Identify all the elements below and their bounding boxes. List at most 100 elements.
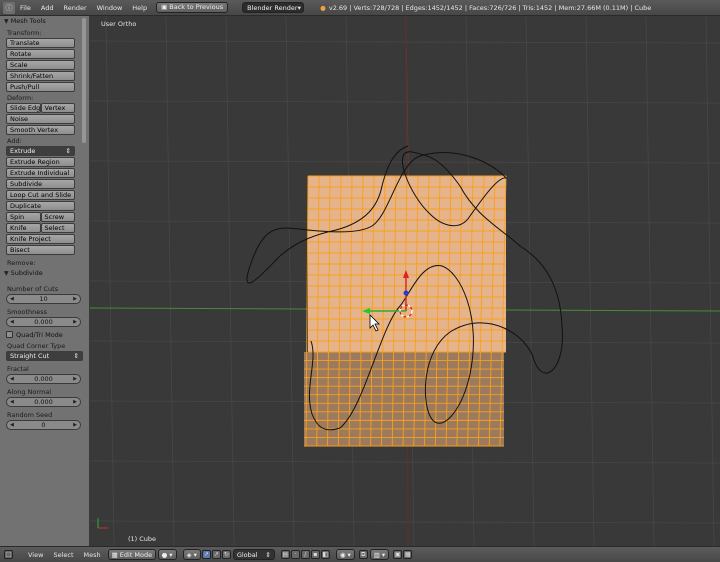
render-engine-select[interactable]: Blender Render ▾	[242, 2, 305, 13]
rotate-manipulator-icon[interactable]: ↻	[221, 550, 231, 559]
tool-shelf: ▼ Mesh Tools Transform: Translate Rotate…	[0, 16, 90, 546]
back-to-previous-button[interactable]: ▣ Back to Previous	[156, 2, 229, 13]
knife-select-button[interactable]: Select	[40, 223, 75, 233]
transform-orientation-select[interactable]: Global ⇕	[232, 549, 275, 560]
3d-view-icon[interactable]: ⬚	[4, 550, 13, 559]
subdivide-button[interactable]: Subdivide	[6, 179, 75, 189]
menu-add[interactable]: Add	[36, 4, 59, 12]
grid-line	[645, 16, 655, 546]
edit-mode-icon: ▦	[111, 550, 118, 559]
view-name-label: User Ortho	[101, 20, 137, 28]
add-label: Add:	[7, 137, 22, 145]
random-seed-field[interactable]: ◀ 0 ▶	[6, 420, 81, 430]
toolshelf-scrollbar[interactable]	[82, 18, 86, 143]
loop-cut-slide-button[interactable]: Loop Cut and Slide	[6, 190, 75, 200]
layer-icon[interactable]: ▤	[280, 550, 290, 559]
quad-corner-select[interactable]: Straight Cut ⇕	[6, 351, 83, 361]
render-animation-icon[interactable]: ▦	[403, 550, 413, 559]
slide-vertex-button[interactable]: Vertex	[40, 103, 75, 113]
orientation-value: Global	[236, 550, 258, 559]
knife-project-button[interactable]: Knife Project	[6, 234, 75, 244]
manipulator-toggle-icon[interactable]: ↗	[201, 550, 211, 559]
fractal-field[interactable]: ◀ 0.000 ▶	[6, 374, 81, 384]
screen-back-icon: ▣	[161, 3, 168, 11]
extrude-menu-button[interactable]: Extrude ⇕	[6, 146, 75, 156]
updown-arrows-icon: ⇕	[265, 550, 271, 559]
info-editor-icon[interactable]: ⓘ	[3, 1, 15, 14]
3d-view-header: ⬚ View Select Mesh ▦ Edit Mode ● ▾ ◈ ▾ ↗…	[0, 546, 720, 562]
grid-line	[90, 460, 720, 464]
proportional-edit-icon: ◉	[339, 550, 346, 559]
snap-element-select[interactable]: ▥ ▾	[369, 549, 390, 560]
remove-label: Remove:	[7, 259, 36, 267]
subdivide-panel-header[interactable]: ▼ Subdivide	[0, 268, 89, 279]
blender-window: ⓘ File Add Render Window Help ▣ Back to …	[0, 0, 720, 562]
shrink-fatten-button[interactable]: Shrink/Fatten	[6, 71, 75, 81]
random-seed-value: 0	[41, 421, 46, 429]
active-object-label: (1) Cube	[128, 535, 157, 543]
duplicate-button[interactable]: Duplicate	[6, 201, 75, 211]
menu-select[interactable]: Select	[48, 551, 78, 559]
extrude-individual-button[interactable]: Extrude Individual	[6, 168, 75, 178]
menu-render[interactable]: Render	[58, 4, 91, 12]
chevron-down-icon: ▾	[381, 550, 386, 559]
translate-manipulator-icon[interactable]: ↗	[211, 550, 221, 559]
number-of-cuts-field[interactable]: ◀ 10 ▶	[6, 294, 81, 304]
extrude-region-button[interactable]: Extrude Region	[6, 157, 75, 167]
number-of-cuts-value: 10	[39, 295, 48, 303]
bisect-button[interactable]: Bisect	[6, 245, 75, 255]
arrow-left-icon: ◀	[10, 319, 14, 325]
occlude-geometry-icon[interactable]: ◧	[320, 550, 330, 559]
smoothness-field[interactable]: ◀ 0.000 ▶	[6, 317, 81, 327]
menu-file[interactable]: File	[15, 4, 36, 12]
shading-select[interactable]: ● ▾	[157, 549, 177, 560]
mode-select[interactable]: ▦ Edit Mode	[107, 549, 156, 560]
noise-button[interactable]: Noise	[6, 114, 75, 124]
edge-select-icon[interactable]: /	[300, 550, 310, 559]
scale-button[interactable]: Scale	[6, 60, 75, 70]
number-of-cuts-label: Number of Cuts	[7, 285, 59, 293]
translate-button[interactable]: Translate	[6, 38, 75, 48]
snap-icon[interactable]: ⧉	[358, 550, 368, 559]
fractal-label: Fractal	[7, 365, 29, 373]
arrow-right-icon: ▶	[73, 376, 77, 382]
along-normal-field[interactable]: ◀ 0.000 ▶	[6, 397, 81, 407]
along-normal-label: Along Normal	[7, 388, 52, 396]
back-to-previous-label: Back to Previous	[169, 3, 224, 11]
snap-element-icon: ▥	[373, 550, 380, 559]
quad-tri-mode-toggle[interactable]: Quad/Tri Mode	[0, 329, 89, 340]
render-engine-value: Blender Render	[247, 4, 298, 12]
transform-label: Transform:	[7, 29, 42, 37]
smooth-vertex-button[interactable]: Smooth Vertex	[6, 125, 75, 135]
updown-arrows-icon: ⇕	[65, 147, 71, 155]
mesh-tools-panel-header[interactable]: ▼ Mesh Tools	[0, 16, 89, 27]
stats-text: v2.69 | Verts:728/728 | Edges:1452/1452 …	[328, 3, 652, 12]
mesh-tools-title: Mesh Tools	[10, 17, 46, 25]
grid-line	[90, 100, 720, 104]
pivot-select[interactable]: ◈ ▾	[182, 549, 201, 560]
push-pull-button[interactable]: Push/Pull	[6, 82, 75, 92]
rotate-button[interactable]: Rotate	[6, 49, 75, 59]
knife-button[interactable]: Knife	[6, 223, 41, 233]
menu-view[interactable]: View	[23, 551, 48, 559]
grid-line	[225, 16, 235, 546]
arrow-right-icon: ▶	[73, 422, 77, 428]
screw-button[interactable]: Screw	[40, 212, 75, 222]
slide-edge-button[interactable]: Slide Edge	[6, 103, 41, 113]
triangle-down-icon: ▼	[4, 18, 9, 25]
deform-label: Deform:	[7, 94, 34, 102]
spin-button[interactable]: Spin	[6, 212, 41, 222]
menu-window[interactable]: Window	[92, 4, 128, 12]
knife-row: Knife Select	[6, 223, 75, 233]
render-icon[interactable]: ▣	[393, 550, 403, 559]
menu-help[interactable]: Help	[127, 4, 152, 12]
proportional-edit-select[interactable]: ◉ ▾	[335, 549, 355, 560]
along-normal-value: 0.000	[34, 398, 53, 406]
menu-mesh[interactable]: Mesh	[79, 551, 106, 559]
vertex-select-icon[interactable]: ·	[290, 550, 300, 559]
quad-tri-checkbox[interactable]	[6, 331, 13, 338]
face-select-icon[interactable]: ▪	[310, 550, 320, 559]
3d-viewport[interactable]: User Ortho (1) Cube	[90, 16, 720, 546]
gizmo-y-handle	[403, 290, 409, 296]
grid-line	[90, 160, 720, 164]
